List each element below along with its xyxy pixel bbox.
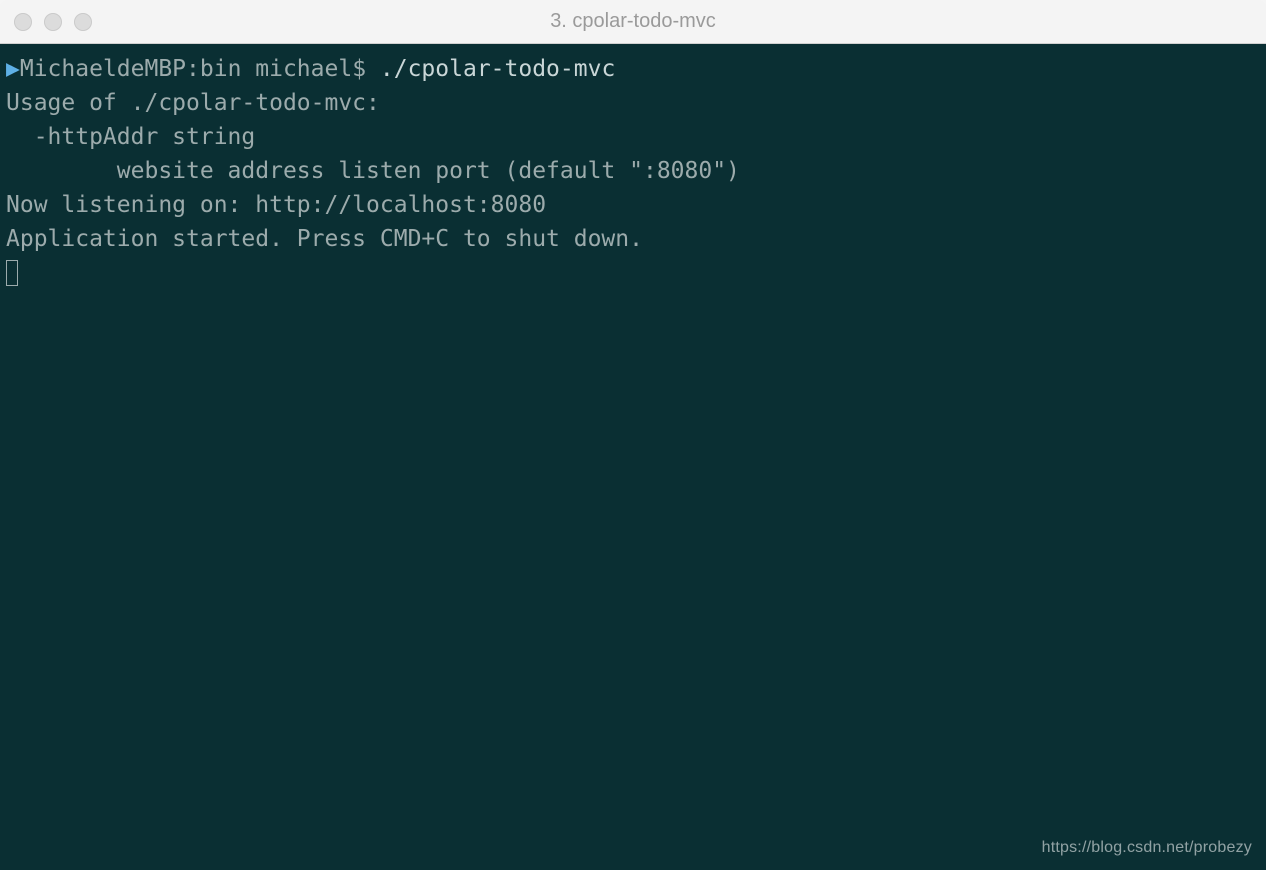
output-line-5: Application started. Press CMD+C to shut… — [6, 226, 643, 252]
terminal-body[interactable]: ▶MichaeldeMBP:bin michael$ ./cpolar-todo… — [0, 44, 1266, 870]
watermark-text: https://blog.csdn.net/probezy — [1042, 836, 1252, 860]
command-text: ./cpolar-todo-mvc — [380, 56, 615, 82]
titlebar[interactable]: 3. cpolar-todo-mvc — [0, 0, 1266, 44]
maximize-button[interactable] — [74, 13, 92, 31]
output-line-3: website address listen port (default ":8… — [6, 158, 740, 184]
traffic-lights — [14, 13, 92, 31]
output-line-1: Usage of ./cpolar-todo-mvc: — [6, 90, 380, 116]
prompt-arrow-icon: ▶ — [6, 56, 20, 82]
terminal-cursor — [6, 260, 18, 286]
prompt-text: MichaeldeMBP:bin michael$ — [20, 56, 380, 82]
minimize-button[interactable] — [44, 13, 62, 31]
close-button[interactable] — [14, 13, 32, 31]
terminal-window: 3. cpolar-todo-mvc ▶MichaeldeMBP:bin mic… — [0, 0, 1266, 870]
output-line-4: Now listening on: http://localhost:8080 — [6, 192, 546, 218]
output-line-2: -httpAddr string — [6, 124, 255, 150]
window-title: 3. cpolar-todo-mvc — [550, 10, 716, 33]
